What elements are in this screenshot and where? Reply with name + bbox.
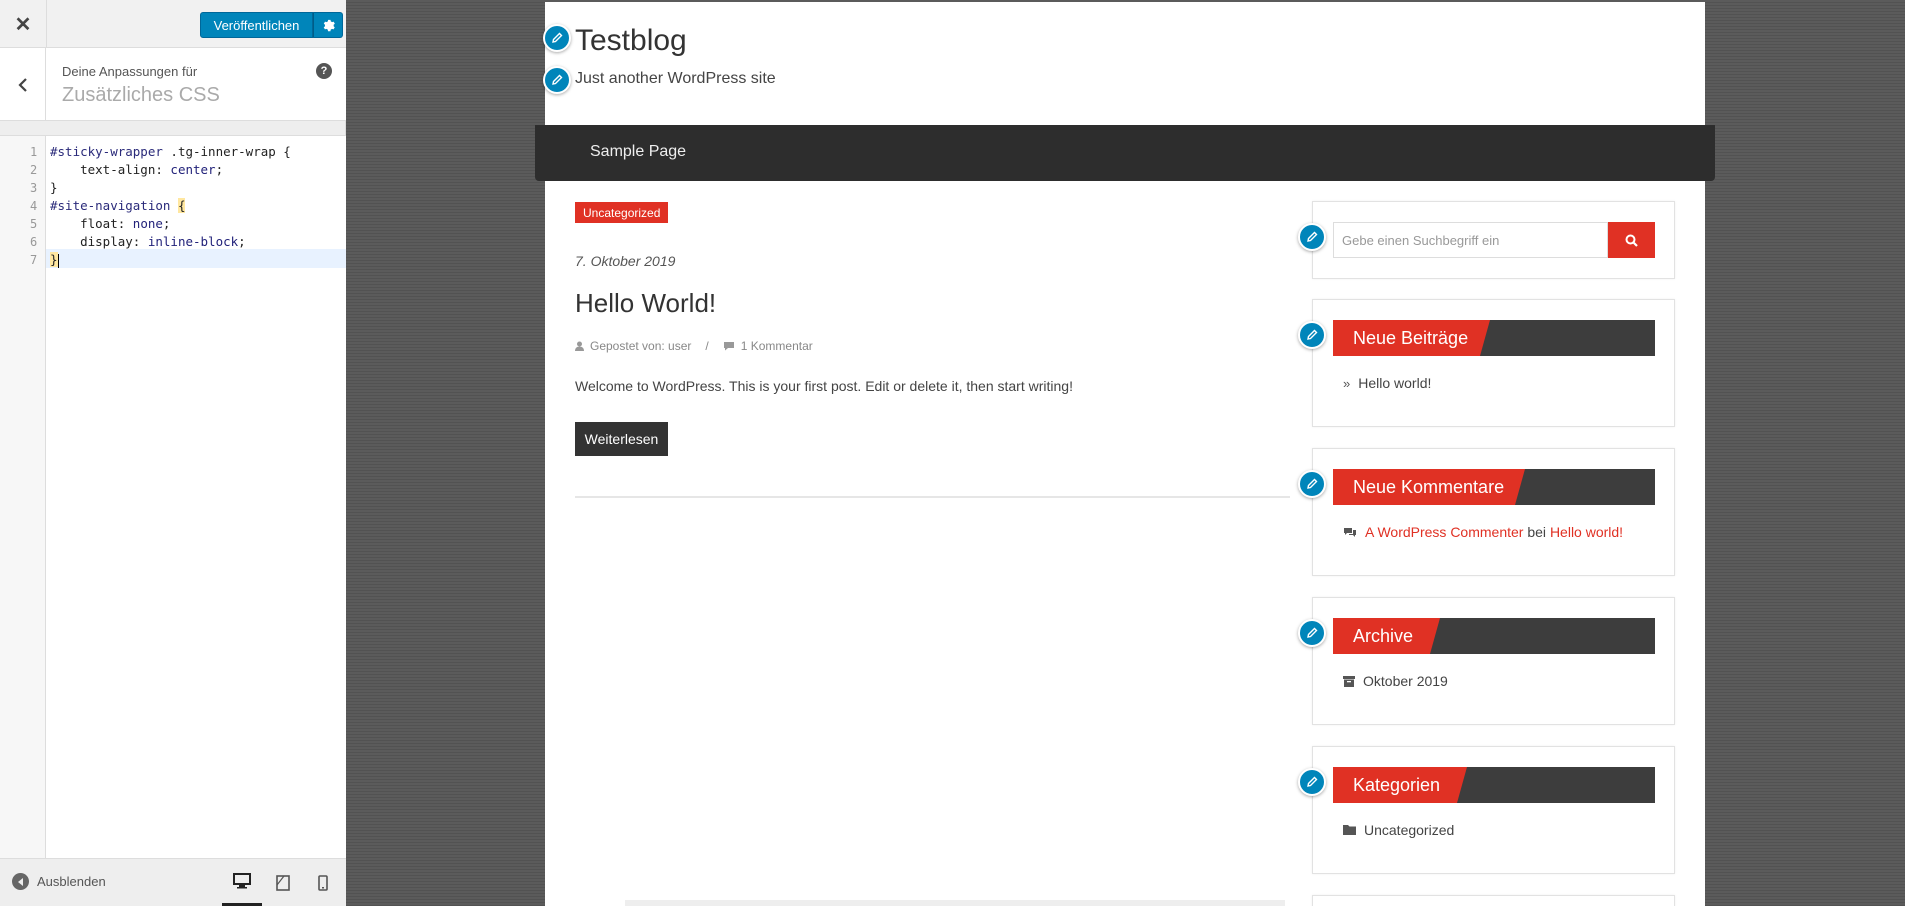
back-button[interactable] [0,48,46,121]
code-line[interactable]: #site-navigation { [50,198,186,213]
post-meta: Gepostet von: user / 1 Kommentar [575,339,813,353]
collapse-label: Ausblenden [37,874,106,889]
code-line[interactable]: display: inline-block; [50,234,246,249]
pencil-icon [1307,478,1318,489]
site-tagline: Just another WordPress site [575,70,776,87]
search-widget: Gebe einen Suchbegriff ein [1312,201,1675,279]
customizer-footer: Ausblenden [0,858,346,906]
recent-comments-widget: Neue Kommentare A WordPress Commenter be… [1312,448,1675,576]
read-more-button[interactable]: Weiterlesen [575,422,668,456]
comment-icon [723,342,734,351]
preview-tablet-button[interactable] [263,859,303,906]
close-button[interactable]: ✕ [0,0,47,48]
comments-icon [1344,527,1356,537]
next-post-divider [625,900,1285,906]
pencil-icon [552,74,563,85]
chevron-left-icon [17,77,27,92]
close-icon: ✕ [14,13,32,36]
arrow-left-circle-icon [12,873,29,890]
next-widget [1312,895,1675,906]
gear-icon [323,19,335,31]
desktop-icon [233,873,251,889]
line-number: 3 [30,181,38,195]
post-excerpt: Welcome to WordPress. This is your first… [575,378,1073,394]
edit-recent-posts-widget-button[interactable] [1298,321,1326,349]
widget-header: Kategorien [1333,767,1655,803]
meta-separator: / [705,339,709,353]
widget-item: A WordPress Commenter bei Hello world! [1343,524,1623,540]
code-line[interactable]: } [50,252,59,268]
main-navigation: Sample Page [535,125,1715,181]
live-preview-frame: Testblog Just another WordPress site Sam… [346,0,1905,906]
double-chevron-right-icon: » [1343,375,1351,391]
widget-item: Uncategorized [1343,822,1454,838]
comment-post-link[interactable]: Hello world! [1550,524,1623,540]
site-page: Testblog Just another WordPress site Sam… [535,2,1715,906]
widget-item: Oktober 2019 [1343,673,1448,689]
widget-title: Archive [1333,618,1440,654]
code-line[interactable]: text-align: center; [50,162,223,177]
section-header: Deine Anpassungen für Zusätzliches CSS ? [0,48,346,121]
section-subtitle: Deine Anpassungen für [62,64,198,79]
search-input[interactable]: Gebe einen Suchbegriff ein [1333,222,1608,258]
user-icon [575,341,584,351]
category-badge[interactable]: Uncategorized [575,202,669,223]
archive-widget: Archive Oktober 2019 [1312,597,1675,725]
widget-title: Kategorien [1333,767,1467,803]
collapse-sidebar-button[interactable]: Ausblenden [12,873,106,890]
post-date[interactable]: 7. Oktober 2019 [575,253,675,269]
search-icon [1625,234,1638,247]
recent-posts-widget: Neue Beiträge » Hello world! [1312,299,1675,427]
comment-author-link[interactable]: A WordPress Commenter [1365,524,1523,540]
code-line[interactable]: } [50,180,58,195]
edit-site-title-button[interactable] [543,24,571,52]
pencil-icon [1307,776,1318,787]
pencil-icon [552,32,563,43]
pencil-icon [1307,231,1318,242]
archive-link[interactable]: Oktober 2019 [1363,673,1448,689]
post-title[interactable]: Hello World! [575,288,716,319]
line-number: 7 [30,253,38,267]
code-line[interactable]: #sticky-wrapper .tg-inner-wrap { [50,144,291,159]
post-comments-link[interactable]: 1 Kommentar [741,339,813,353]
folder-icon [1343,825,1356,835]
recent-post-link[interactable]: Hello world! [1358,375,1431,391]
widget-title: Neue Kommentare [1333,469,1525,505]
edit-tagline-button[interactable] [543,66,571,94]
edit-search-widget-button[interactable] [1298,223,1326,251]
widget-item: » Hello world! [1343,375,1431,391]
text-caret [57,253,59,268]
help-icon[interactable]: ? [316,63,332,79]
edit-categories-widget-button[interactable] [1298,768,1326,796]
publish-settings-button[interactable] [313,12,343,38]
mobile-icon [318,875,328,891]
widget-header: Neue Kommentare [1333,469,1655,505]
post-author[interactable]: Gepostet von: user [590,339,691,353]
search-button[interactable] [1608,222,1655,258]
publish-button[interactable]: Veröffentlichen [200,12,313,38]
widget-title: Neue Beiträge [1333,320,1490,356]
pencil-icon [1307,329,1318,340]
customizer-header: ✕ Veröffentlichen [0,0,346,48]
site-title[interactable]: Testblog [575,24,687,58]
comment-connector: bei [1527,524,1547,540]
tablet-icon [276,875,290,891]
preview-desktop-button[interactable] [222,859,262,906]
category-link[interactable]: Uncategorized [1364,822,1454,838]
preview-mobile-button[interactable] [303,859,343,906]
categories-widget: Kategorien Uncategorized [1312,746,1675,874]
pencil-icon [1307,627,1318,638]
widget-header: Neue Beiträge [1333,320,1655,356]
archive-box-icon [1343,675,1355,687]
nav-item-sample-page[interactable]: Sample Page [590,143,686,161]
code-line[interactable]: float: none; [50,216,170,231]
widget-header: Archive [1333,618,1655,654]
edit-recent-comments-widget-button[interactable] [1298,470,1326,498]
section-title: Zusätzliches CSS [62,84,220,106]
css-code-editor[interactable]: 1 #sticky-wrapper .tg-inner-wrap { 2 tex… [0,135,346,859]
post-divider [575,496,1290,498]
customizer-sidebar: ✕ Veröffentlichen Deine Anpassungen für … [0,0,346,906]
edit-archive-widget-button[interactable] [1298,619,1326,647]
